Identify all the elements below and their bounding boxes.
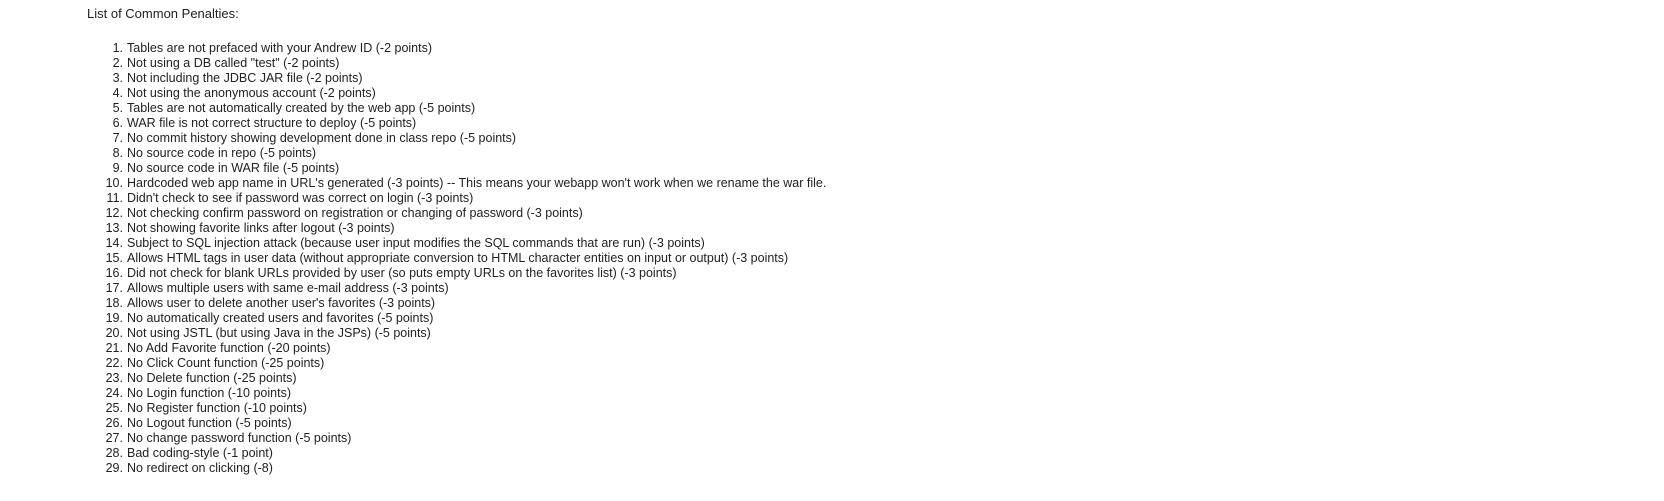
list-item-number: 2. — [112, 56, 123, 70]
list-item: 3. Not including the JDBC JAR file (-2 po… — [113, 71, 826, 86]
list-item-number: 20. — [105, 326, 123, 340]
list-item-text: No redirect on clicking (-8) — [127, 461, 273, 475]
list-item: 12. Not checking confirm password on regi… — [106, 206, 826, 221]
list-item-number: 8. — [112, 146, 123, 160]
list-item-text: No Click Count function (-25 points) — [127, 356, 325, 370]
list-item: 7. No commit history showing development … — [113, 131, 826, 146]
list-item-number: 18. — [105, 296, 123, 310]
list-item: 1. Tables are not prefaced with your Andr… — [113, 41, 826, 56]
list-item: 18. Allows user to delete another user's … — [106, 296, 826, 311]
list-item-number: 9. — [112, 161, 123, 175]
list-item-number: 27. — [105, 431, 123, 445]
list-item-number: 28. — [105, 446, 123, 460]
list-item: 22. No Click Count function (-25 points) — [106, 356, 826, 371]
list-item: 4. Not using the anonymous account (-2 po… — [113, 86, 826, 101]
list-item-number: 7. — [112, 131, 123, 145]
list-item-text: Not using the anonymous account (-2 poin… — [127, 86, 376, 100]
list-item-number: 6. — [112, 116, 123, 130]
list-item: 8. No source code in repo (-5 points) — [113, 146, 826, 161]
list-item-text: Bad coding-style (-1 point) — [127, 446, 273, 460]
list-item: 29. No redirect on clicking (-8) — [106, 461, 826, 476]
list-item: 17. Allows multiple users with same e-mai… — [106, 281, 826, 296]
list-item-text: Didn't check to see if password was corr… — [127, 191, 474, 205]
document-body: List of Common Penalties: 1. Tables are n… — [87, 6, 826, 476]
list-item-number: 17. — [105, 281, 123, 295]
list-item-number: 23. — [105, 371, 123, 385]
list-item-number: 1. — [112, 41, 123, 55]
list-item-text: Allows user to delete another user's fav… — [127, 296, 436, 310]
list-item-number: 15. — [105, 251, 123, 265]
list-item: 23. No Delete function (-25 points) — [106, 371, 826, 386]
list-item-text: Not including the JDBC JAR file (-2 poin… — [127, 71, 363, 85]
list-item-text: Not checking confirm password on registr… — [127, 206, 583, 220]
list-item-number: 29. — [105, 461, 123, 475]
list-item-text: WAR file is not correct structure to dep… — [127, 116, 417, 130]
list-item-text: Hardcoded web app name in URL's generate… — [127, 176, 827, 190]
list-item: 13. Not showing favorite links after logo… — [106, 221, 826, 236]
list-item: 26. No Logout function (-5 points) — [106, 416, 826, 431]
list-item-text: Allows HTML tags in user data (without a… — [127, 251, 789, 265]
list-item-text: Subject to SQL injection attack (because… — [127, 236, 705, 250]
list-item-text: Tables are not prefaced with your Andrew… — [127, 41, 433, 55]
list-item-number: 26. — [105, 416, 123, 430]
list-item: 28. Bad coding-style (-1 point) — [106, 446, 826, 461]
list-item: 27. No change password function (-5 point… — [106, 431, 826, 446]
list-item-text: No change password function (-5 points) — [127, 431, 352, 445]
list-item: 19. No automatically created users and fa… — [106, 311, 826, 326]
list-item-number: 25. — [105, 401, 123, 415]
list-item-text: Tables are not automatically created by … — [127, 101, 476, 115]
list-item-text: No Add Favorite function (-20 points) — [127, 341, 331, 355]
list-item-text: Not showing favorite links after logout … — [127, 221, 395, 235]
penalty-list: 1. Tables are not prefaced with your Andr… — [87, 41, 827, 476]
list-item-number: 10. — [105, 176, 123, 190]
list-heading: List of Common Penalties: — [87, 6, 239, 21]
list-item-number: 24. — [105, 386, 123, 400]
list-item: 21. No Add Favorite function (-20 points) — [106, 341, 826, 356]
list-item: 16. Did not check for blank URLs provided… — [106, 266, 826, 281]
list-item-text: No Logout function (-5 points) — [127, 416, 292, 430]
list-item-number: 19. — [105, 311, 123, 325]
list-item: 20. Not using JSTL (but using Java in the… — [106, 326, 826, 341]
list-item: 5. Tables are not automatically created b… — [113, 101, 826, 116]
list-item: 9. No source code in WAR file (-5 points) — [113, 161, 826, 176]
list-item-text: No Login function (-10 points) — [127, 386, 291, 400]
list-item-text: Did not check for blank URLs provided by… — [127, 266, 677, 280]
list-item-number: 14. — [105, 236, 123, 250]
list-item-number: 13. — [105, 221, 123, 235]
list-item: 25. No Register function (-10 points) — [106, 401, 826, 416]
list-item-number: 22. — [105, 356, 123, 370]
list-item-number: 4. — [112, 86, 123, 100]
list-item-text: No source code in repo (-5 points) — [127, 146, 316, 160]
list-item-text: Allows multiple users with same e-mail a… — [127, 281, 449, 295]
list-item: 10. Hardcoded web app name in URL's gener… — [106, 176, 827, 191]
list-item-text: No commit history showing development do… — [127, 131, 517, 145]
list-item-text: Not using a DB called "test" (-2 points) — [127, 56, 340, 70]
list-item: 15. Allows HTML tags in user data (withou… — [106, 251, 826, 266]
list-item: 14. Subject to SQL injection attack (beca… — [106, 236, 826, 251]
list-item-text: No automatically created users and favor… — [127, 311, 434, 325]
list-item-text: Not using JSTL (but using Java in the JS… — [127, 326, 431, 340]
list-item-number: 3. — [112, 71, 123, 85]
list-item-text: No Register function (-10 points) — [127, 401, 307, 415]
list-item-text: No Delete function (-25 points) — [127, 371, 297, 385]
list-item-number: 11. — [106, 191, 123, 205]
list-item: 6. WAR file is not correct structure to d… — [113, 116, 826, 131]
list-item: 2. Not using a DB called "test" (-2 point… — [113, 56, 826, 71]
list-item: 24. No Login function (-10 points) — [106, 386, 826, 401]
list-item-text: No source code in WAR file (-5 points) — [127, 161, 340, 175]
list-item-number: 12. — [105, 206, 123, 220]
list-item: 11. Didn't check to see if password was c… — [107, 191, 826, 206]
list-item-number: 5. — [112, 101, 123, 115]
list-item-number: 16. — [105, 266, 123, 280]
list-item-number: 21. — [105, 341, 123, 355]
